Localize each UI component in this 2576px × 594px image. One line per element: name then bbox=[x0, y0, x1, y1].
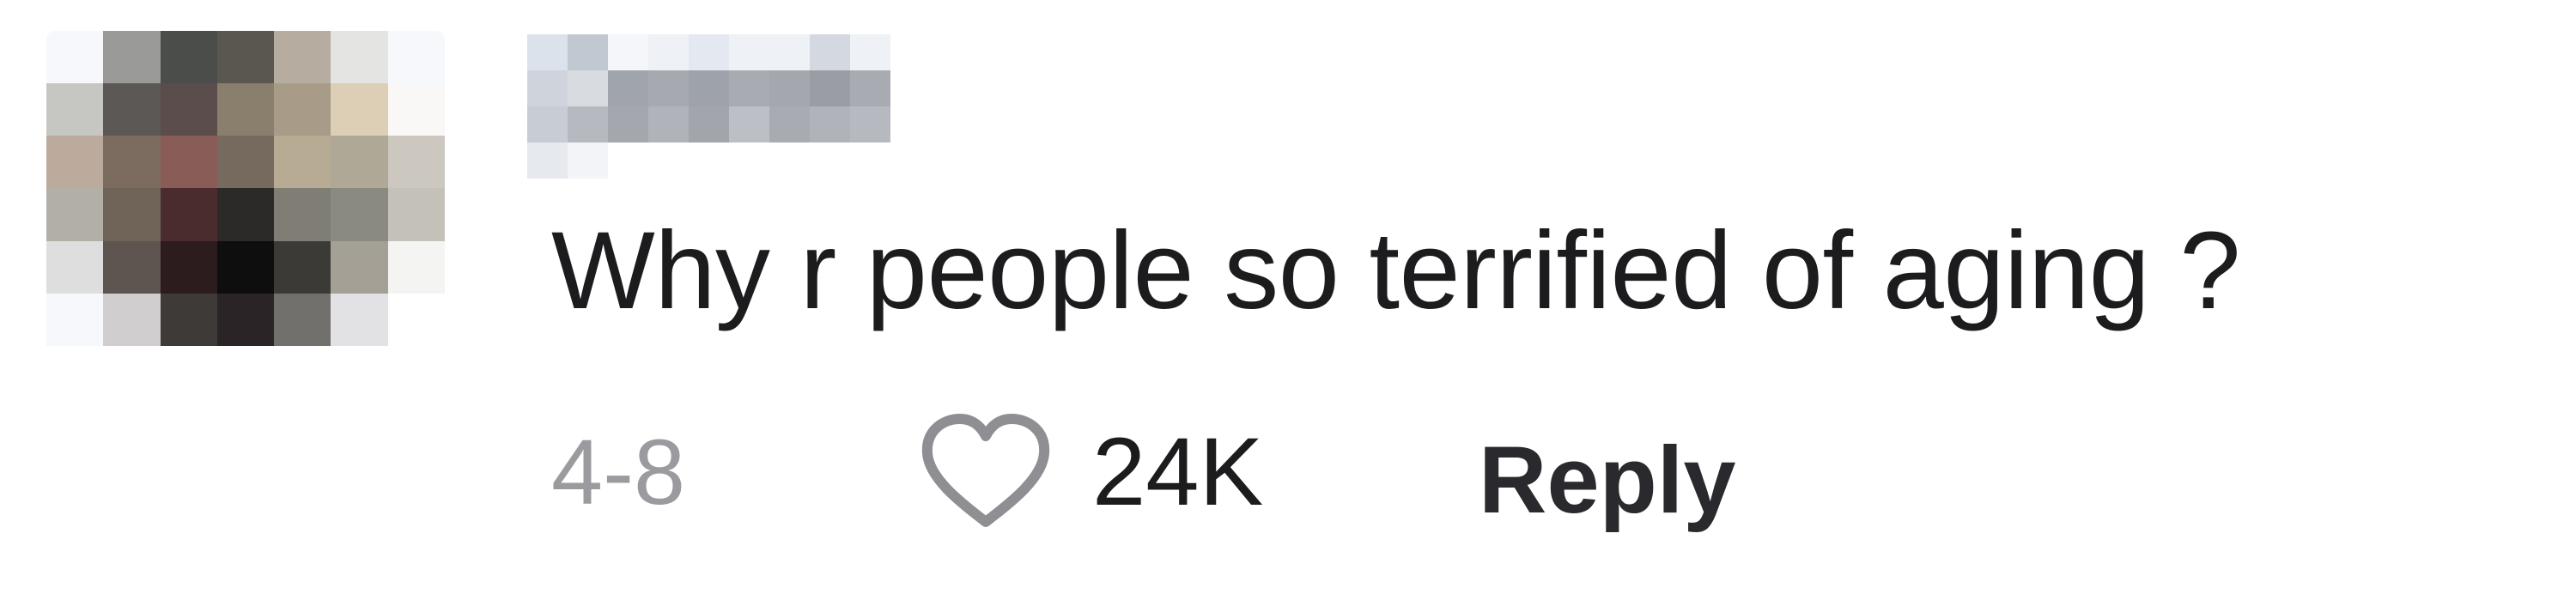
avatar-pixel bbox=[216, 345, 275, 398]
avatar-pixel bbox=[274, 136, 331, 189]
avatar-pixel bbox=[387, 240, 445, 294]
username-pixel bbox=[648, 142, 689, 179]
avatar-pixel bbox=[216, 83, 275, 136]
avatar-pixel bbox=[274, 240, 331, 294]
username-pixel bbox=[689, 106, 729, 142]
username-pixel bbox=[890, 142, 931, 179]
avatar-pixel bbox=[331, 31, 388, 84]
avatar-pixel bbox=[387, 136, 445, 189]
username-pixel bbox=[850, 106, 890, 142]
avatar-pixel bbox=[387, 293, 445, 346]
avatar-pixel bbox=[331, 345, 388, 398]
avatar-pixel bbox=[160, 240, 217, 294]
avatar-pixel bbox=[216, 240, 275, 294]
avatar-pixel bbox=[103, 83, 161, 136]
username-pixel bbox=[810, 106, 850, 142]
username-pixel bbox=[810, 70, 850, 106]
avatar-pixel bbox=[46, 83, 104, 136]
comment-date: 4-8 bbox=[551, 420, 686, 524]
username-pixel bbox=[810, 34, 850, 70]
username-pixel bbox=[729, 34, 769, 70]
username-pixel bbox=[608, 142, 648, 179]
username-pixel bbox=[729, 70, 769, 106]
username-pixel bbox=[890, 34, 931, 70]
comment-item: Why r people so terrified of aging ? 4-8… bbox=[0, 0, 2576, 594]
avatar-pixel bbox=[331, 240, 388, 294]
avatar-pixel bbox=[331, 136, 388, 189]
username-pixel bbox=[689, 142, 729, 179]
username-pixel bbox=[608, 34, 648, 70]
username-pixel bbox=[689, 70, 729, 106]
username-pixel bbox=[729, 106, 769, 142]
avatar-pixel bbox=[160, 31, 217, 84]
username-pixel bbox=[648, 70, 689, 106]
avatar-pixel bbox=[387, 188, 445, 241]
username-pixel bbox=[689, 34, 729, 70]
avatar-pixel bbox=[160, 188, 217, 241]
avatar-pixel bbox=[274, 83, 331, 136]
username-pixel bbox=[527, 142, 568, 179]
avatar-pixel bbox=[274, 293, 331, 346]
username-pixel bbox=[527, 34, 568, 70]
avatar-pixel bbox=[160, 136, 217, 189]
comment-meta-row: 4-8 24K Reply bbox=[551, 403, 2440, 541]
username-pixel bbox=[568, 70, 608, 106]
like-button[interactable]: 24K bbox=[917, 412, 1269, 532]
username-pixel bbox=[608, 70, 648, 106]
username-pixel bbox=[769, 142, 810, 179]
avatar-pixel bbox=[274, 345, 331, 398]
avatar-pixel bbox=[160, 345, 217, 398]
avatar-pixel bbox=[103, 345, 161, 398]
avatar[interactable] bbox=[46, 31, 445, 398]
username-pixel bbox=[769, 106, 810, 142]
username-pixel bbox=[729, 142, 769, 179]
avatar-pixel bbox=[387, 31, 445, 84]
avatar-pixel bbox=[387, 83, 445, 136]
username-redacted[interactable] bbox=[527, 34, 931, 179]
avatar-pixel bbox=[274, 188, 331, 241]
avatar-pixel bbox=[103, 31, 161, 84]
avatar-pixel bbox=[274, 31, 331, 84]
username-pixel bbox=[769, 70, 810, 106]
avatar-pixel bbox=[46, 188, 104, 241]
avatar-pixel bbox=[331, 188, 388, 241]
avatar-pixel bbox=[103, 136, 161, 189]
username-pixel bbox=[648, 106, 689, 142]
avatar-pixel bbox=[46, 31, 104, 84]
username-pixel bbox=[568, 34, 608, 70]
avatar-pixel bbox=[46, 293, 104, 346]
heart-outline-icon bbox=[921, 414, 1050, 527]
username-pixel bbox=[890, 70, 931, 106]
avatar-pixel bbox=[216, 31, 275, 84]
username-pixel bbox=[568, 142, 608, 179]
username-pixel bbox=[568, 106, 608, 142]
username-pixel bbox=[850, 34, 890, 70]
avatar-pixel bbox=[103, 293, 161, 346]
avatar-pixel bbox=[46, 345, 104, 398]
avatar-pixel bbox=[216, 136, 275, 189]
avatar-pixel bbox=[103, 240, 161, 294]
username-pixel bbox=[810, 142, 850, 179]
avatar-pixel bbox=[216, 188, 275, 241]
username-pixel bbox=[850, 70, 890, 106]
like-count: 24K bbox=[1092, 418, 1264, 525]
comment-text: Why r people so terrified of aging ? bbox=[551, 209, 2241, 332]
username-pixel bbox=[648, 34, 689, 70]
avatar-pixel bbox=[331, 83, 388, 136]
avatar-pixel bbox=[216, 293, 275, 346]
username-pixel bbox=[850, 142, 890, 179]
avatar-pixel bbox=[46, 240, 104, 294]
avatar-pixel bbox=[331, 293, 388, 346]
avatar-pixel bbox=[46, 136, 104, 189]
avatar-pixel bbox=[160, 83, 217, 136]
username-pixel bbox=[769, 34, 810, 70]
reply-button[interactable]: Reply bbox=[1479, 412, 1736, 549]
username-pixel bbox=[608, 106, 648, 142]
avatar-pixel bbox=[160, 293, 217, 346]
username-pixel bbox=[527, 106, 568, 142]
username-pixel bbox=[890, 106, 931, 142]
username-pixel bbox=[527, 70, 568, 106]
avatar-pixel bbox=[103, 188, 161, 241]
avatar-pixel bbox=[387, 345, 445, 398]
